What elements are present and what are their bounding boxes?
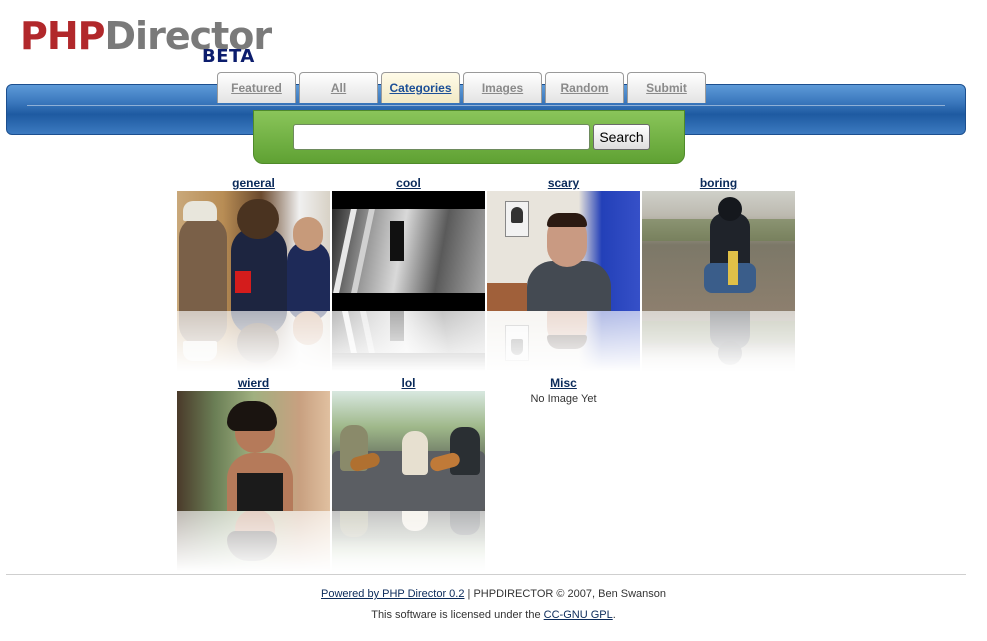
category-title-scary[interactable]: scary — [487, 175, 640, 191]
tab-images[interactable]: Images — [463, 72, 542, 103]
thumbnail-reflection — [642, 311, 795, 371]
search-button[interactable]: Search — [593, 124, 650, 150]
category-boring: boring — [642, 175, 795, 371]
header-bar-line — [27, 105, 945, 106]
nav-tabs: Featured All Categories Images Random Su… — [217, 72, 706, 103]
category-lol: lol — [332, 375, 485, 571]
category-scary: scary — [487, 175, 640, 371]
license-suffix: . — [612, 609, 616, 621]
tab-categories[interactable]: Categories — [381, 72, 460, 103]
category-title-wierd[interactable]: wierd — [177, 375, 330, 391]
category-thumbnail-lol[interactable] — [332, 391, 485, 511]
category-general: general — [177, 175, 330, 371]
powered-by-link[interactable]: Powered by PHP Director 0.2 — [321, 588, 464, 600]
logo-php-text: PHP — [20, 14, 106, 58]
thumbnail-reflection — [177, 311, 330, 371]
tab-submit[interactable]: Submit — [627, 72, 706, 103]
thumbnail-reflection — [487, 311, 640, 371]
category-thumbnail-boring[interactable] — [642, 191, 795, 311]
logo: PHPDirector BETA — [20, 14, 272, 70]
category-title-misc[interactable]: Misc — [487, 375, 640, 391]
footer-copyright: PHPDIRECTOR © 2007, Ben Swanson — [473, 588, 666, 600]
tab-all[interactable]: All — [299, 72, 378, 103]
tab-featured[interactable]: Featured — [217, 72, 296, 103]
footer-line-2: This software is licensed under the CC-G… — [0, 609, 987, 621]
thumbnail-reflection — [177, 511, 330, 571]
category-cool: cool — [332, 175, 485, 371]
category-misc: Misc No Image Yet — [487, 375, 640, 405]
category-title-lol[interactable]: lol — [332, 375, 485, 391]
category-thumbnail-scary[interactable] — [487, 191, 640, 311]
category-title-boring[interactable]: boring — [642, 175, 795, 191]
license-prefix: This software is licensed under the — [371, 609, 541, 621]
footer-divider — [6, 574, 966, 575]
category-title-cool[interactable]: cool — [332, 175, 485, 191]
thumbnail-reflection — [332, 311, 485, 371]
search-input[interactable] — [293, 124, 590, 150]
footer-line-1: Powered by PHP Director 0.2 | PHPDIRECTO… — [0, 588, 987, 600]
tab-random[interactable]: Random — [545, 72, 624, 103]
category-title-general[interactable]: general — [177, 175, 330, 191]
category-thumbnail-wierd[interactable] — [177, 391, 330, 511]
category-wierd: wierd — [177, 375, 330, 571]
thumbnail-reflection — [332, 511, 485, 571]
no-image-text: No Image Yet — [530, 393, 597, 405]
logo-beta-text: BETA — [202, 46, 255, 67]
category-thumbnail-general[interactable] — [177, 191, 330, 311]
search-panel: Search — [253, 110, 685, 164]
footer-separator: | — [467, 588, 471, 600]
category-thumbnail-cool[interactable] — [332, 191, 485, 311]
license-link[interactable]: CC-GNU GPL — [544, 609, 613, 621]
